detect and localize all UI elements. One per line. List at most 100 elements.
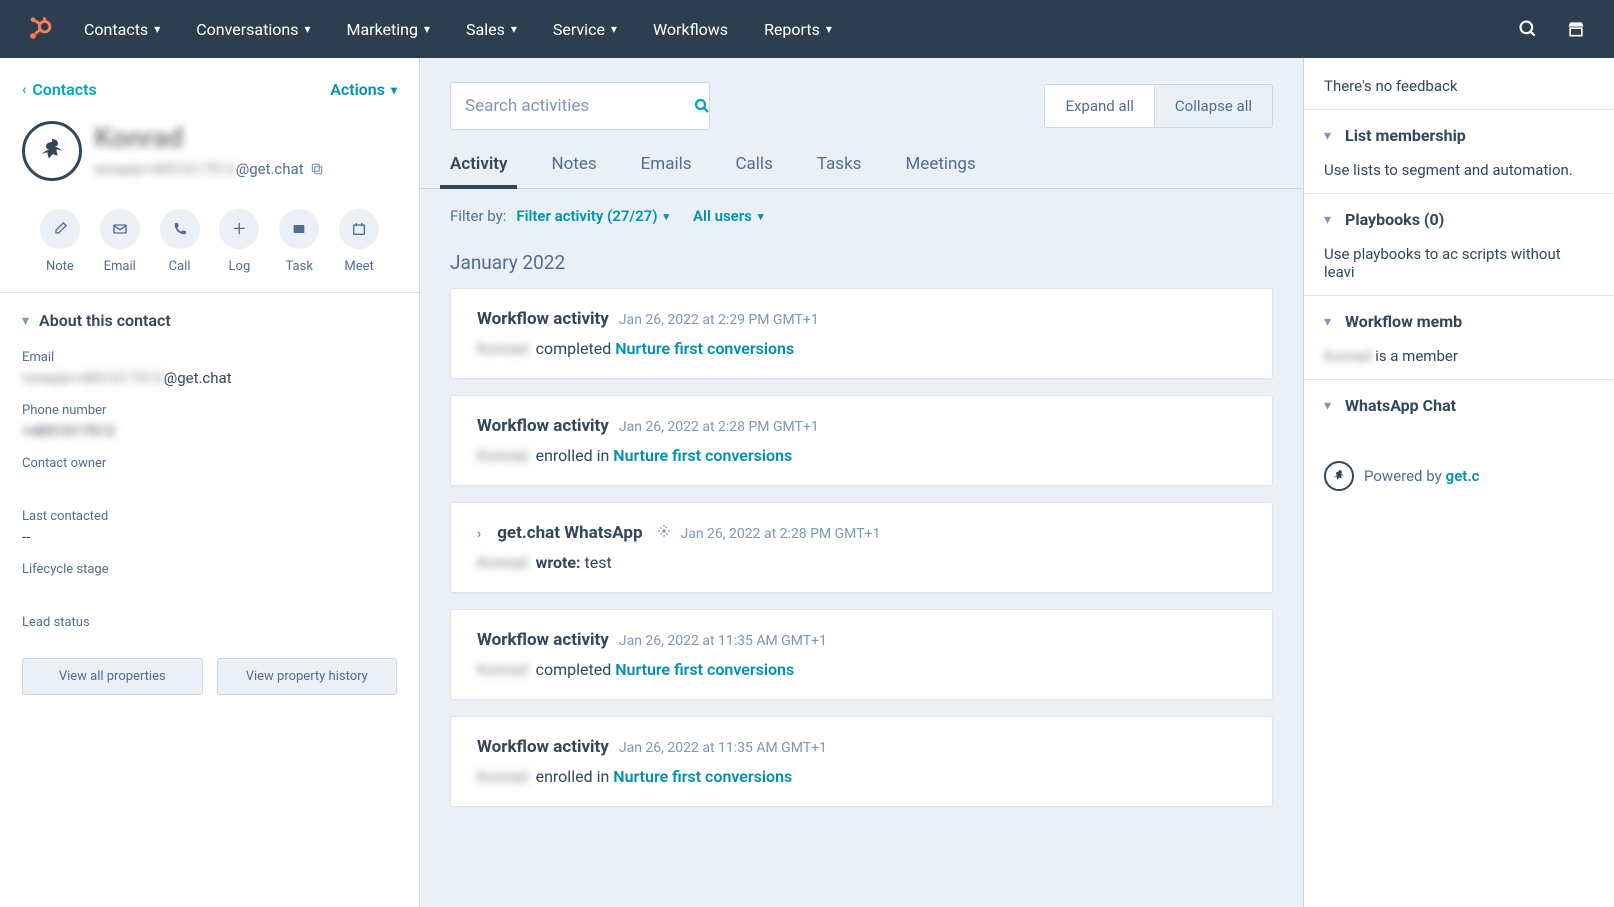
activity-card[interactable]: Workflow activityJan 26, 2022 at 2:29 PM… [450, 288, 1273, 379]
tab-meetings[interactable]: Meetings [905, 140, 975, 188]
filter-row: Filter by: Filter activity (27/27)▾ All … [420, 189, 1303, 243]
copy-icon[interactable] [310, 162, 324, 176]
actor-name-blurred: Konrad [477, 660, 528, 679]
card-time: Jan 26, 2022 at 2:28 PM GMT+1 [619, 419, 819, 435]
note-action[interactable]: Note [40, 209, 80, 274]
feedback-text: There's no feedback [1324, 76, 1594, 97]
prop-phone: Phone number +4851017912 [0, 397, 419, 450]
card-title: Workflow activity [477, 630, 609, 650]
workflow-link[interactable]: Nurture first conversions [615, 660, 794, 679]
actor-name-blurred: Konrad [477, 767, 528, 786]
about-title: About this contact [39, 311, 171, 330]
nav-reports[interactable]: Reports▾ [764, 20, 832, 39]
activity-card[interactable]: Workflow activityJan 26, 2022 at 2:28 PM… [450, 395, 1273, 486]
chevron-down-icon: ▾ [22, 313, 29, 329]
action-row: Note Email Call +Log Task Meet [0, 201, 419, 292]
action-label: Email [104, 259, 136, 274]
filter-label: Filter by: [450, 207, 506, 225]
chevron-down-icon: ▾ [758, 210, 764, 223]
right-section-list-memberships[interactable]: ▾ List membership [1304, 110, 1614, 161]
nav-workflows[interactable]: Workflows [653, 20, 728, 39]
call-action[interactable]: Call [160, 209, 200, 274]
nav-conversations[interactable]: Conversations▾ [196, 20, 310, 39]
activity-list: Workflow activityJan 26, 2022 at 2:29 PM… [420, 288, 1303, 863]
filter-users-dropdown[interactable]: All users▾ [693, 207, 763, 225]
filter-activity-dropdown[interactable]: Filter activity (27/27)▾ [516, 207, 669, 225]
right-section-whatsapp-chat[interactable]: ▾ WhatsApp Chat [1304, 380, 1614, 431]
search-input[interactable] [465, 96, 687, 116]
tab-emails[interactable]: Emails [641, 140, 692, 188]
chevron-down-icon: ▾ [424, 22, 430, 36]
contact-header: Konrad noreply+4851017912@get.chat [0, 111, 419, 201]
about-section-toggle[interactable]: ▾ About this contact [0, 293, 419, 344]
chevron-right-icon[interactable]: › [477, 526, 481, 542]
search-activities[interactable] [450, 82, 710, 130]
expand-collapse-group: Expand all Collapse all [1044, 84, 1273, 128]
expand-all-button[interactable]: Expand all [1045, 85, 1154, 127]
contact-email: noreply+4851017912@get.chat [94, 160, 324, 178]
avatar[interactable] [22, 121, 82, 181]
prop-label: Last contacted [22, 509, 397, 524]
hubspot-logo[interactable] [24, 13, 56, 45]
log-action[interactable]: +Log [219, 209, 259, 274]
actor-name-blurred: Konrad [477, 446, 528, 465]
back-label: Contacts [32, 80, 96, 99]
workflow-link[interactable]: Nurture first conversions [613, 446, 792, 465]
tab-calls[interactable]: Calls [735, 140, 772, 188]
nav-sales[interactable]: Sales▾ [466, 20, 517, 39]
marketplace-icon[interactable] [1562, 15, 1590, 43]
right-section-workflow-memberships[interactable]: ▾ Workflow memb [1304, 296, 1614, 347]
action-label: Call [169, 259, 191, 274]
prop-label: Lifecycle stage [22, 562, 397, 577]
nav-marketing[interactable]: Marketing▾ [346, 20, 430, 39]
month-label: January 2022 [420, 243, 1303, 288]
right-panel: There's no feedback ▾ List membership Us… [1304, 58, 1614, 907]
chevron-down-icon: ▾ [391, 83, 397, 97]
email-suffix: @get.chat [236, 160, 304, 178]
nav-label: Service [553, 20, 605, 39]
tab-notes[interactable]: Notes [551, 140, 596, 188]
actions-dropdown[interactable]: Actions ▾ [330, 80, 397, 99]
powered-by: Powered by get.c [1304, 431, 1614, 491]
chevron-down-icon: ▾ [611, 22, 617, 36]
meet-icon [339, 209, 379, 249]
task-icon [279, 209, 319, 249]
name-blurred: Konrad [1324, 347, 1371, 365]
collapse-all-button[interactable]: Collapse all [1155, 85, 1272, 127]
gear-icon[interactable] [657, 524, 671, 538]
prop-label: Lead status [22, 615, 397, 630]
task-action[interactable]: Task [279, 209, 319, 274]
back-to-contacts[interactable]: ‹ Contacts [22, 80, 97, 99]
workflow-link[interactable]: Nurture first conversions [613, 767, 792, 786]
contact-name: Konrad [94, 121, 324, 154]
view-property-history-button[interactable]: View property history [217, 658, 398, 695]
activity-card[interactable]: Workflow activityJan 26, 2022 at 11:35 A… [450, 609, 1273, 700]
nav-label: Reports [764, 20, 820, 39]
right-section-playbooks[interactable]: ▾ Playbooks (0) [1304, 194, 1614, 245]
chevron-down-icon: ▾ [304, 22, 310, 36]
search-icon[interactable] [1514, 15, 1542, 43]
card-body: Konrad enrolled in Nurture first convers… [477, 767, 1246, 786]
workflow-link[interactable]: Nurture first conversions [615, 339, 794, 358]
email-prefix-blurred: noreply+4851017912 [22, 369, 164, 387]
nav-contacts[interactable]: Contacts▾ [84, 20, 160, 39]
email-action[interactable]: Email [100, 209, 140, 274]
chevron-down-icon: ▾ [511, 22, 517, 36]
action-label: Note [46, 259, 74, 274]
section-desc: Use lists to segment and automation. [1304, 161, 1614, 193]
meet-action[interactable]: Meet [339, 209, 379, 274]
tab-tasks[interactable]: Tasks [817, 140, 862, 188]
prop-label: Email [22, 350, 397, 365]
activity-card[interactable]: Workflow activityJan 26, 2022 at 11:35 A… [450, 716, 1273, 807]
left-panel: ‹ Contacts Actions ▾ Konrad noreply+4851… [0, 58, 420, 907]
prop-email: Email noreply+4851017912@get.chat [0, 344, 419, 397]
powered-link[interactable]: get.c [1446, 467, 1480, 485]
prop-value: -- [22, 528, 397, 546]
tab-activity[interactable]: Activity [450, 140, 507, 188]
top-nav: Contacts▾ Conversations▾ Marketing▾ Sale… [0, 0, 1614, 58]
view-all-properties-button[interactable]: View all properties [22, 658, 203, 695]
nav-service[interactable]: Service ▾ [553, 20, 617, 39]
prop-label: Contact owner [22, 456, 397, 471]
activity-card[interactable]: ›get.chat WhatsAppJan 26, 2022 at 2:28 P… [450, 502, 1273, 593]
email-prefix-blurred: noreply+4851017912 [94, 160, 236, 178]
